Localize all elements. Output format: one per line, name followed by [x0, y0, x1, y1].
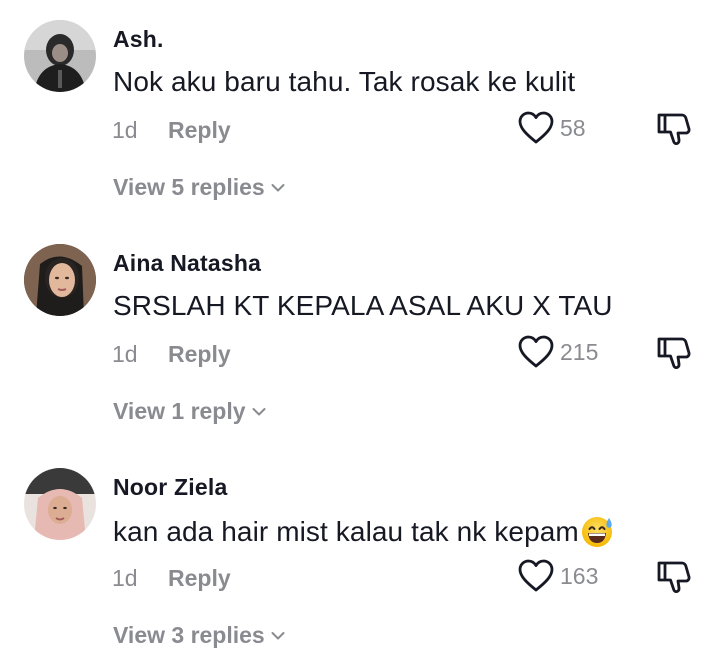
heart-outline-icon [518, 559, 554, 592]
like-count: 163 [560, 562, 599, 589]
dislike-button[interactable] [656, 111, 692, 147]
reply-button[interactable]: Reply [168, 117, 231, 144]
comment-item: Aina Natasha SRSLAH KT KEPALA ASAL AKU X… [0, 224, 720, 448]
comment-username[interactable]: Ash. [113, 26, 164, 53]
like-button[interactable]: 215 [518, 335, 598, 369]
view-replies-label: View 3 replies [113, 622, 265, 648]
comment-timestamp: 1d [112, 565, 138, 591]
view-replies-label: View 5 replies [113, 174, 265, 200]
dislike-button[interactable] [656, 335, 692, 371]
heart-outline-icon [518, 335, 554, 368]
comment-text: Nok aku baru tahu. Tak rosak ke kulit [113, 66, 576, 97]
like-button[interactable]: 163 [518, 559, 598, 593]
comment-text: SRSLAH KT KEPALA ASAL AKU X TAU [113, 290, 613, 321]
view-replies-button[interactable]: View 1 reply [113, 398, 266, 425]
comment-timestamp: 1d [112, 117, 138, 143]
view-replies-button[interactable]: View 3 replies [113, 622, 285, 649]
avatar[interactable] [24, 468, 96, 540]
thumbs-down-outline-icon [657, 561, 691, 593]
like-count: 58 [560, 114, 586, 141]
comment-username[interactable]: Aina Natasha [113, 250, 261, 277]
comment-timestamp: 1d [112, 341, 138, 367]
like-button[interactable]: 58 [518, 111, 586, 145]
thumbs-down-outline-icon [657, 113, 691, 145]
heart-outline-icon [518, 111, 554, 144]
like-count: 215 [560, 338, 599, 365]
grinning-face-with-sweat-icon [580, 514, 616, 555]
chevron-down-icon [271, 183, 285, 191]
avatar[interactable] [24, 20, 96, 92]
dislike-button[interactable] [656, 559, 692, 595]
comment-username[interactable]: Noor Ziela [113, 474, 227, 501]
reply-button[interactable]: Reply [168, 565, 231, 592]
chevron-down-icon [271, 631, 285, 639]
avatar[interactable] [24, 244, 96, 316]
chevron-down-icon [252, 407, 266, 415]
comment-item: Ash. Nok aku baru tahu. Tak rosak ke kul… [0, 0, 720, 224]
comment-item: Noor Ziela kan ada hair mist kalau tak n… [0, 448, 720, 672]
comment-text: kan ada hair mist kalau tak nk kepam [113, 516, 579, 547]
view-replies-button[interactable]: View 5 replies [113, 174, 285, 201]
thumbs-down-outline-icon [657, 337, 691, 369]
reply-button[interactable]: Reply [168, 341, 231, 368]
view-replies-label: View 1 reply [113, 398, 246, 424]
comment-text-row: kan ada hair mist kalau tak nk kepam [113, 514, 616, 555]
